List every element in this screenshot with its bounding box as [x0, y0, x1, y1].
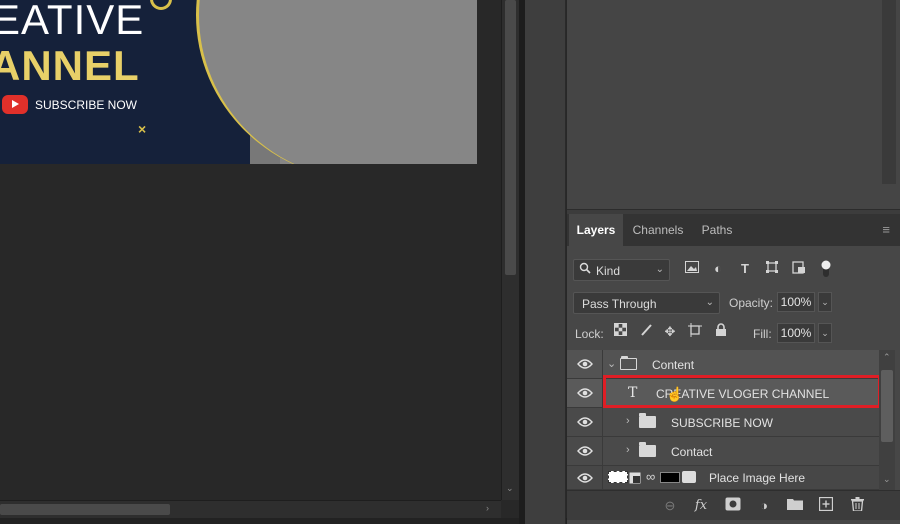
layers-scroll-thumb[interactable]: [881, 370, 893, 442]
tab-channels[interactable]: Channels: [625, 214, 691, 246]
lock-artboard-icon[interactable]: [686, 323, 704, 341]
visibility-toggle[interactable]: [567, 466, 603, 490]
scroll-down-icon[interactable]: ⌄: [506, 483, 514, 494]
opacity-dropdown[interactable]: ⌄: [818, 292, 832, 312]
opacity-input[interactable]: 100%: [777, 292, 815, 312]
layer-row-subscribe-now[interactable]: › SUBSCRIBE NOW: [567, 408, 879, 437]
layer-name: SUBSCRIBE NOW: [671, 416, 774, 430]
document-canvas[interactable]: EATIVE ANNEL SUBSCRIBE NOW ×: [0, 0, 501, 500]
horizontal-scroll-thumb[interactable]: [0, 504, 170, 515]
eye-icon: [577, 446, 593, 456]
hand-cursor-icon: ☝: [666, 386, 684, 402]
lock-all-icon[interactable]: [712, 323, 730, 341]
fill-dropdown[interactable]: ⌄: [818, 323, 832, 343]
headline-creative: EATIVE: [0, 0, 145, 43]
folder-icon: [620, 356, 637, 370]
kind-filter-select[interactable]: Kind ⌄: [573, 259, 670, 281]
tab-layers[interactable]: Layers: [569, 214, 623, 246]
chevron-right-icon[interactable]: ›: [626, 415, 630, 427]
lock-transparency-icon[interactable]: [611, 323, 629, 341]
canvas-horizontal-scrollbar[interactable]: ›: [0, 500, 501, 518]
folder-icon: [639, 442, 656, 457]
layers-list: ⌄ Content T CREATIVE VLOGER CHANNEL › SU…: [567, 350, 881, 490]
scroll-right-icon[interactable]: ›: [486, 503, 489, 513]
mask-badge-icon: [682, 471, 696, 483]
headline-channel: ANNEL: [0, 42, 140, 89]
adjustment-layer-icon[interactable]: ◑: [754, 497, 774, 515]
layers-panel-body: Kind ⌄ ◐ T Pass Through ⌄ Opacity: 100% …: [567, 246, 900, 524]
vertical-scroll-thumb[interactable]: [505, 0, 516, 275]
chevron-down-icon: ⌄: [655, 264, 664, 275]
fill-label: Fill:: [753, 327, 772, 341]
layers-panel-tabs: Layers Channels Paths ≡: [567, 214, 900, 246]
image-filter-icon[interactable]: [683, 260, 701, 278]
blend-mode-select[interactable]: Pass Through ⌄: [573, 292, 720, 314]
mask-thumbnail[interactable]: [660, 472, 680, 483]
youtube-icon: [2, 95, 28, 114]
chevron-right-icon[interactable]: ›: [626, 444, 630, 456]
shape-filter-icon[interactable]: [763, 260, 781, 278]
layer-name: Content: [652, 358, 695, 372]
kind-label: Kind: [596, 264, 621, 278]
filter-toggle-icon[interactable]: [817, 260, 835, 278]
layer-row-place-image-here[interactable]: ∞ Place Image Here: [567, 466, 879, 490]
eye-icon: [577, 417, 593, 427]
layers-scrollbar[interactable]: ⌃ ⌄: [879, 350, 895, 490]
panel-menu-icon[interactable]: ≡: [882, 222, 890, 237]
smart-object-filter-icon[interactable]: [790, 260, 808, 278]
eye-icon: [577, 388, 593, 398]
decor-x: ×: [138, 121, 147, 137]
visibility-toggle[interactable]: [567, 350, 603, 379]
blend-mode-value: Pass Through: [582, 297, 657, 311]
visibility-toggle[interactable]: [567, 379, 603, 408]
add-mask-icon[interactable]: [723, 497, 743, 515]
subscribe-text: SUBSCRIBE NOW: [35, 98, 138, 112]
lock-label: Lock:: [575, 327, 604, 341]
artboard[interactable]: EATIVE ANNEL SUBSCRIBE NOW ×: [0, 0, 477, 164]
folder-icon: [639, 413, 656, 428]
canvas-vertical-scrollbar[interactable]: ⌄: [501, 0, 519, 500]
visibility-toggle[interactable]: [567, 437, 603, 466]
link-chain-icon[interactable]: ∞: [646, 469, 655, 484]
panel-dock-column: [525, 0, 566, 524]
lock-pixels-icon[interactable]: [637, 323, 655, 341]
new-group-icon[interactable]: [785, 497, 805, 515]
lock-position-icon[interactable]: ✥: [661, 323, 679, 341]
eye-icon: [577, 473, 593, 483]
search-icon: [579, 262, 591, 277]
layer-name: Place Image Here: [709, 471, 806, 485]
layer-thumbnail: [608, 471, 628, 483]
tab-paths[interactable]: Paths: [693, 214, 741, 246]
chevron-down-icon[interactable]: ⌄: [607, 357, 616, 370]
selection-highlight-box: [603, 375, 881, 408]
adjustment-filter-icon[interactable]: ◐: [709, 260, 727, 278]
type-filter-icon[interactable]: T: [736, 260, 754, 278]
visibility-toggle[interactable]: [567, 408, 603, 437]
layer-row-contact[interactable]: › Contact: [567, 437, 879, 466]
scroll-down-icon[interactable]: ⌄: [883, 474, 891, 485]
right-panel: Layers Channels Paths ≡ Kind ⌄ ◐ T Pass …: [567, 0, 900, 524]
delete-layer-icon[interactable]: [847, 497, 867, 515]
smart-object-badge-icon: [629, 471, 641, 484]
fx-icon[interactable]: fx: [691, 497, 711, 515]
chevron-down-icon: ⌄: [705, 297, 714, 308]
upper-panel-scrollbar[interactable]: [882, 0, 896, 184]
new-layer-icon[interactable]: [816, 496, 836, 515]
upper-panel: [567, 0, 900, 210]
layer-name: Contact: [671, 445, 713, 459]
eye-icon: [577, 359, 593, 369]
scroll-up-icon[interactable]: ⌃: [883, 352, 891, 363]
fill-input[interactable]: 100%: [777, 323, 815, 343]
opacity-label: Opacity:: [729, 296, 774, 310]
link-layers-icon[interactable]: ⊖: [660, 497, 680, 515]
layers-bottom-toolbar: ⊖ fx ◑: [567, 490, 900, 520]
photoshop-window: EATIVE ANNEL SUBSCRIBE NOW × ⌄ › Layers …: [0, 0, 900, 524]
